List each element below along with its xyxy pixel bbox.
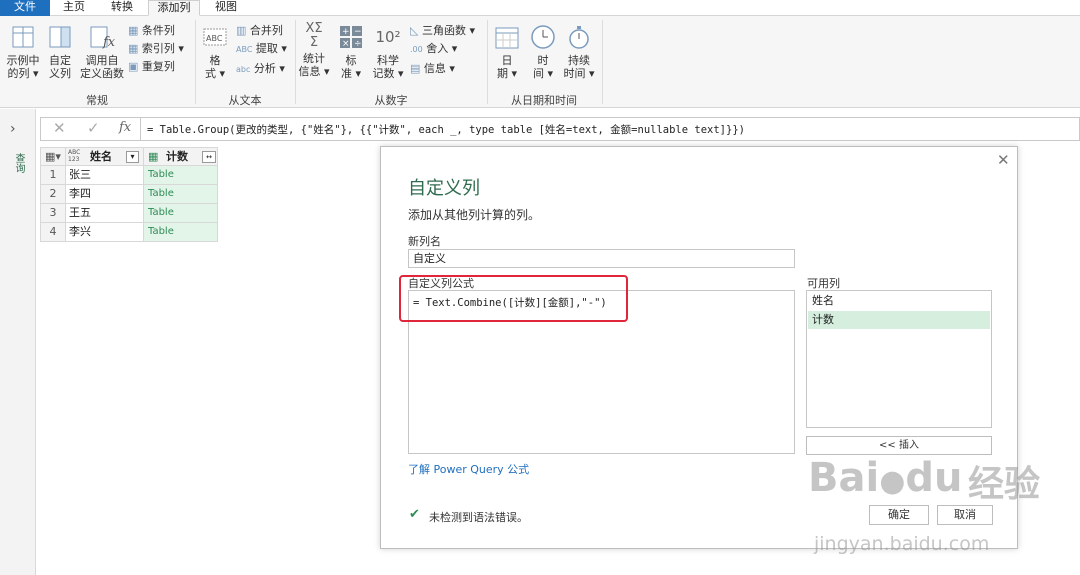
column-header-name[interactable]: ABC 123 姓名 ▾ [66, 147, 144, 166]
table-cell-name[interactable]: 李兴 [66, 223, 144, 242]
row-number: 3 [40, 204, 66, 223]
formula-bar-controls: ✕ ✓ fx [41, 118, 141, 140]
tab-view[interactable]: 视图 [208, 0, 244, 16]
tab-add-column[interactable]: 添加列 [148, 0, 200, 16]
tab-file[interactable]: 文件 [0, 0, 50, 16]
row-number: 1 [40, 166, 66, 185]
rounding-button[interactable]: .00 舍入 ▾ [410, 42, 457, 57]
row-number: 2 [40, 185, 66, 204]
syntax-status: 未检测到语法错误。 [429, 511, 528, 524]
clock-icon [531, 25, 555, 49]
table-cell-link[interactable]: Table [144, 166, 218, 185]
queries-pane: › 查询 [0, 109, 36, 575]
list-item[interactable]: 姓名 [808, 292, 990, 310]
time-button[interactable]: 时 间 ▾ [528, 24, 558, 80]
function-icon: fx [90, 26, 115, 50]
svg-text:×: × [342, 39, 350, 49]
text-type-icon[interactable]: ABC 123 [68, 149, 80, 163]
parse-button[interactable]: abc 分析 ▾ [236, 62, 285, 77]
index-column-button[interactable]: ▦ 索引列 ▾ [128, 42, 184, 56]
queries-label[interactable]: 查询 [12, 153, 24, 173]
learn-formulas-link[interactable]: 了解 Power Query 公式 [408, 461, 529, 477]
ribbon: 示例中 的列 ▾ 自定 义列 fx 调用自 定义函数 ▦ 条件列 ▦ 索引列 ▾… [0, 16, 1080, 108]
scientific-button[interactable]: 10² 科学 记数 ▾ [370, 24, 406, 80]
calendar-icon [495, 27, 519, 49]
group-label-general: 常规 [86, 94, 108, 107]
formula-bar: ✕ ✓ fx = Table.Group(更改的类型, {"姓名"}, {{"计… [40, 117, 1080, 141]
sigma-icon: XΣ Σ [305, 21, 323, 50]
row-number: 4 [40, 223, 66, 242]
expand-chevron-icon[interactable]: › [10, 121, 16, 137]
new-column-name-input[interactable]: 自定义 [408, 249, 795, 268]
trigonometry-button[interactable]: ◺ 三角函数 ▾ [410, 24, 475, 38]
table-cell-name[interactable]: 王五 [66, 204, 144, 223]
column-header-count[interactable]: ▦ 计数 ↔ [144, 147, 218, 166]
power-icon: 10² [375, 28, 401, 46]
fx-icon[interactable]: fx [119, 120, 131, 135]
date-button[interactable]: 日 期 ▾ [492, 24, 522, 80]
table-menu-icon[interactable]: ▦▾ [40, 147, 66, 166]
extract-button[interactable]: ABC 提取 ▾ [236, 42, 287, 57]
table-cell-link[interactable]: Table [144, 204, 218, 223]
custom-column-icon [49, 26, 71, 48]
standard-button[interactable]: + − × ÷ 标 准 ▾ [336, 24, 366, 80]
table-cell-name[interactable]: 李四 [66, 185, 144, 204]
conditional-column-button[interactable]: ▦ 条件列 [128, 24, 175, 38]
group-label-from-number: 从数字 [374, 94, 408, 107]
svg-text:÷: ÷ [354, 39, 362, 49]
statistics-button[interactable]: XΣ Σ 统计 信息 ▾ [298, 21, 330, 79]
table-icon [12, 26, 34, 48]
cancel-icon[interactable]: ✕ [53, 119, 66, 137]
custom-column-button[interactable]: 自定 义列 [44, 24, 76, 80]
formula-text[interactable]: = Table.Group(更改的类型, {"姓名"}, {{"计数", eac… [147, 122, 745, 137]
format-icon: ABC [203, 28, 227, 46]
watermark-cn: 经验 [968, 464, 1041, 505]
paw-icon: ● [879, 464, 906, 499]
invoke-custom-function-button[interactable]: fx 调用自 定义函数 [78, 24, 126, 80]
check-icon: ✔ [409, 507, 420, 522]
expand-icon[interactable]: ↔ [202, 151, 216, 163]
ribbon-tab-bar: 文件 主页 转换 添加列 视图 [0, 0, 1080, 16]
table-type-icon[interactable]: ▦ [148, 148, 158, 166]
highlight-annotation [399, 275, 628, 322]
insert-button[interactable]: << 插入 [806, 436, 992, 455]
group-separator [602, 20, 603, 104]
available-columns-list: 姓名 计数 [806, 290, 992, 428]
watermark-brand: Bai●du [808, 455, 963, 501]
svg-text:ABC: ABC [206, 34, 223, 43]
duplicate-column-button[interactable]: ▣ 重复列 [128, 60, 175, 74]
group-label-from-text: 从文本 [228, 94, 262, 107]
available-columns-label: 可用列 [807, 277, 840, 290]
filter-dropdown-icon[interactable]: ▾ [126, 151, 139, 163]
dialog-subtitle: 添加从其他列计算的列。 [408, 208, 541, 222]
watermark-url: jingyan.baidu.com [814, 533, 990, 555]
group-label-from-datetime: 从日期和时间 [511, 94, 577, 107]
new-column-name-label: 新列名 [408, 235, 441, 248]
merge-columns-button[interactable]: ▥ 合并列 [236, 24, 283, 38]
svg-text:−: − [354, 27, 362, 37]
table-cell-link[interactable]: Table [144, 185, 218, 204]
table-cell-name[interactable]: 张三 [66, 166, 144, 185]
stopwatch-icon [569, 26, 589, 49]
svg-text:fx: fx [102, 35, 115, 50]
information-button[interactable]: ▤ 信息 ▾ [410, 62, 455, 76]
table-cell-link[interactable]: Table [144, 223, 218, 242]
column-from-examples-button[interactable]: 示例中 的列 ▾ [4, 24, 42, 80]
list-item[interactable]: 计数 [808, 311, 990, 329]
tab-home[interactable]: 主页 [56, 0, 92, 16]
arithmetic-icon: + −× ÷ [340, 26, 362, 49]
dialog-title: 自定义列 [408, 178, 480, 199]
watermark: Bai●du 经验 jingyan.baidu.com [808, 455, 1068, 570]
svg-text:+: + [342, 27, 350, 37]
close-icon[interactable]: ✕ [997, 151, 1010, 169]
confirm-icon[interactable]: ✓ [87, 119, 100, 137]
format-button[interactable]: ABC 格 式 ▾ [200, 24, 230, 80]
tab-transform[interactable]: 转换 [104, 0, 140, 16]
duration-button[interactable]: 持续 时间 ▾ [562, 24, 596, 80]
